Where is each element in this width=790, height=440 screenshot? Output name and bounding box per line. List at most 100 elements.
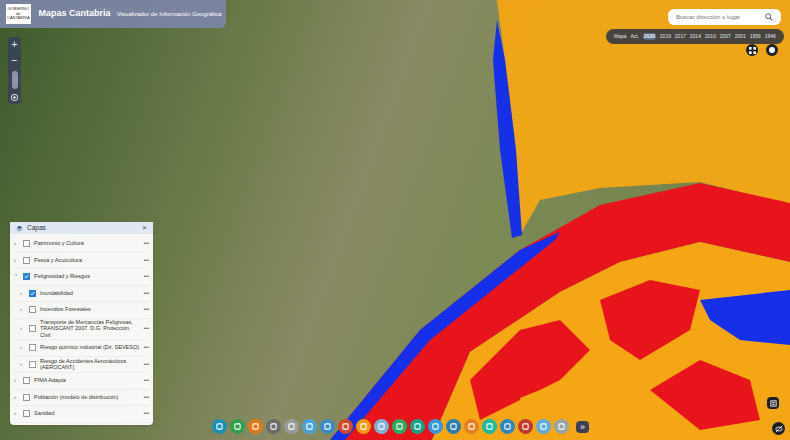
tool-icon — [324, 423, 331, 430]
layer-item[interactable]: ›Riesgo químico industrial (Dir. SEVESO)… — [14, 340, 149, 357]
layer-menu-button[interactable]: ••• — [144, 240, 149, 248]
tool-button[interactable] — [248, 419, 263, 434]
timeline-year[interactable]: 1946 — [765, 33, 776, 41]
tool-icon — [270, 423, 277, 430]
layer-menu-button[interactable]: ••• — [144, 344, 149, 352]
layer-menu-button[interactable]: ••• — [144, 290, 149, 298]
timeline-year[interactable]: 2014 — [690, 33, 701, 41]
checkbox[interactable] — [23, 394, 30, 401]
caret-icon[interactable]: › — [20, 305, 25, 314]
tool-button[interactable] — [302, 419, 317, 434]
caret-icon[interactable]: › — [20, 360, 25, 369]
layer-item[interactable]: ›Patrimonio y Cultura••• — [14, 236, 149, 253]
caret-icon[interactable]: › — [20, 289, 25, 298]
layer-label: Población (modelo de distribución) — [34, 394, 140, 401]
tool-button[interactable] — [320, 419, 335, 434]
caret-icon[interactable]: › — [14, 376, 19, 385]
zoom-in-button[interactable]: + — [12, 39, 18, 51]
layer-menu-button[interactable]: ••• — [144, 410, 149, 418]
tool-button[interactable] — [266, 419, 281, 434]
tool-button[interactable] — [446, 419, 461, 434]
layer-item[interactable]: ›Inundabilidad••• — [14, 286, 149, 303]
logo[interactable]: GOBIERNO de CANTABRIA — [6, 4, 31, 24]
timeline-year[interactable]: Mapa — [614, 33, 627, 41]
layer-menu-button[interactable]: ••• — [144, 325, 149, 333]
checkbox[interactable] — [23, 257, 30, 264]
layer-item[interactable]: ›Peligrosidad y Riesgos••• — [14, 269, 149, 286]
zoom-controls: +− — [8, 37, 21, 104]
tab-handle[interactable] — [12, 71, 18, 89]
checkbox[interactable] — [23, 273, 30, 280]
tool-icon — [468, 423, 475, 430]
caret-icon[interactable]: › — [20, 343, 25, 352]
checkbox[interactable] — [29, 361, 36, 368]
locate-icon[interactable] — [10, 93, 19, 102]
caret-icon[interactable]: › — [12, 274, 21, 279]
layer-item[interactable]: ›PIMA Adapta••• — [14, 373, 149, 390]
caret-icon[interactable]: › — [14, 239, 19, 248]
checkbox[interactable] — [23, 240, 30, 247]
timeline-year[interactable]: 2019 — [660, 33, 671, 41]
tool-button[interactable] — [212, 419, 227, 434]
zoom-out-button[interactable]: − — [12, 55, 18, 67]
timeline-year[interactable]: 2010 — [705, 33, 716, 41]
layer-menu-button[interactable]: ••• — [144, 273, 149, 281]
timeline-year[interactable]: 2017 — [675, 33, 686, 41]
tool-button[interactable] — [230, 419, 245, 434]
tool-button[interactable] — [356, 419, 371, 434]
checkbox[interactable] — [29, 290, 36, 297]
layer-menu-button[interactable]: ••• — [144, 306, 149, 314]
tool-button[interactable] — [464, 419, 479, 434]
caret-icon[interactable]: › — [14, 393, 19, 402]
layer-item[interactable]: ›Incendios Forestales••• — [14, 302, 149, 319]
record-icon[interactable] — [766, 44, 778, 56]
tool-button[interactable] — [518, 419, 533, 434]
tool-button[interactable] — [482, 419, 497, 434]
layer-menu-button[interactable]: ••• — [144, 394, 149, 402]
layer-menu-button[interactable]: ••• — [144, 257, 149, 265]
checkbox[interactable] — [29, 344, 36, 351]
caret-icon[interactable]: › — [20, 324, 25, 333]
tool-icon — [360, 423, 367, 430]
tool-button[interactable] — [554, 419, 569, 434]
layer-menu-button[interactable]: ••• — [144, 361, 149, 369]
timeline[interactable]: MapaAct. 2020 2019 2017 2014 2010 2007 2001 1956… — [606, 29, 784, 44]
close-button[interactable]: × — [142, 224, 147, 232]
tool-button[interactable] — [500, 419, 515, 434]
timeline-year[interactable]: Act. — [630, 33, 639, 41]
tool-button[interactable] — [374, 419, 389, 434]
layer-item[interactable]: ›Sanidad••• — [14, 406, 149, 423]
timeline-year[interactable]: 2001 — [735, 33, 746, 41]
layer-item[interactable]: › Población (modelo de distribución) ••• — [14, 390, 149, 407]
timeline-year[interactable]: 1956 — [750, 33, 761, 41]
timeline-year[interactable]: 2020 — [643, 33, 656, 41]
checkbox[interactable] — [23, 410, 30, 417]
timeline-year[interactable]: 2007 — [720, 33, 731, 41]
layer-item[interactable]: ›Riesgo de Accidentes Aeronáuticos (AERO… — [14, 357, 149, 374]
checkbox[interactable] — [23, 377, 30, 384]
tool-button[interactable] — [536, 419, 551, 434]
caret-icon[interactable]: › — [14, 256, 19, 265]
layer-item[interactable]: › Transporte de Mercancías Peligrosas, TR… — [14, 319, 149, 341]
tool-button[interactable] — [428, 419, 443, 434]
tool-button[interactable] — [284, 419, 299, 434]
toolbar-more-button[interactable]: » — [576, 421, 589, 433]
search-field[interactable]: Buscar dirección o lugar — [668, 9, 781, 25]
checkbox[interactable] — [29, 306, 36, 313]
layer-item[interactable]: ›Pesca y Acuicultura••• — [14, 253, 149, 270]
tool-icon — [540, 423, 547, 430]
search-icon[interactable] — [765, 13, 773, 21]
map-viewer: GOBIERNO de CANTABRIAMapas CantabriaVisu… — [0, 0, 790, 440]
tool-button[interactable] — [392, 419, 407, 434]
tool-icon — [414, 423, 421, 430]
tool-button[interactable] — [338, 419, 353, 434]
layer-label: Transporte de Mercancías Peligrosas, TRA… — [40, 319, 140, 340]
tool-button[interactable] — [410, 419, 425, 434]
visibility-icon[interactable] — [772, 422, 785, 435]
app-title: Mapas Cantabria — [39, 7, 111, 21]
caret-icon[interactable]: › — [14, 409, 19, 418]
legend-icon[interactable] — [767, 397, 779, 409]
grid-icon[interactable] — [746, 44, 758, 56]
layer-menu-button[interactable]: ••• — [144, 377, 149, 385]
checkbox[interactable] — [29, 325, 36, 332]
